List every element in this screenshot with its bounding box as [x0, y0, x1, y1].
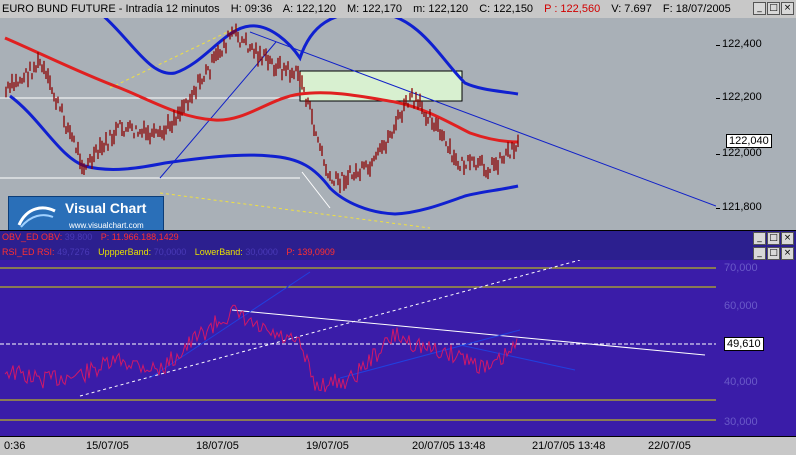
price-chart-area[interactable]: Visual Chart www.visualchart.com	[0, 18, 716, 236]
upper-band-value: 70,0000	[153, 247, 187, 257]
last-price-flag: 122,040	[726, 134, 772, 148]
obv-window-controls: _ □ ×	[753, 232, 794, 245]
rsi-tick: 30,000	[724, 416, 758, 428]
time-axis: 0:36 15/07/05 18/07/05 19/07/05 20/07/05…	[0, 436, 796, 455]
minimize-button[interactable]: _	[753, 2, 766, 15]
rsi-axis: 70,000 60,000 40,000 30,000 49,610	[716, 260, 796, 436]
close-button[interactable]: ×	[781, 232, 794, 245]
logo-url: www.visualchart.com	[69, 221, 144, 230]
rsi-name: RSI_ED	[2, 247, 35, 257]
time-tick: 22/07/05	[648, 440, 691, 452]
window-controls: _ □ ×	[753, 2, 794, 15]
time-tick: 18/07/05	[196, 440, 239, 452]
obv-row: OBV_ED OBV: 39.800 P: 11.966.188,1429	[2, 232, 179, 242]
minimize-button[interactable]: _	[753, 232, 766, 245]
price-tick: 121,800	[716, 201, 762, 213]
rsi-blue-line-3	[459, 344, 576, 371]
lower-band-value: 30,0000	[245, 247, 278, 257]
upper-band-label: UppperBand:	[98, 247, 152, 257]
rsi-value: 49,7276	[57, 247, 90, 257]
maximize-button[interactable]: □	[767, 2, 780, 15]
rsi-trend-up	[79, 260, 581, 397]
obv-name: OBV_ED	[2, 232, 39, 242]
close-button[interactable]: ×	[781, 2, 794, 15]
open-value: A: 122,120	[282, 3, 336, 15]
max-value: M: 122,170	[347, 3, 403, 15]
time-tick: 0:36	[4, 440, 26, 452]
logo-swoosh-icon	[17, 206, 56, 228]
min-value: m: 122,120	[413, 3, 469, 15]
rsi-chart-area[interactable]	[0, 260, 716, 436]
lower-band-label: LowerBand:	[194, 247, 243, 257]
rsi-chart-svg	[0, 260, 716, 421]
close-value: C: 122,150	[479, 3, 534, 15]
rsi-tick: 70,000	[724, 262, 758, 274]
p-value: P : 122,560	[544, 3, 601, 15]
rsi-line	[4, 304, 518, 393]
obv-value: 39.800	[64, 232, 93, 242]
obv-label: OBV:	[41, 232, 63, 242]
rsi-blue-line-2	[339, 329, 521, 379]
rsi-row: RSI_ED RSI: 49,7276 UppperBand: 70,0000 …	[2, 247, 335, 257]
minimize-button[interactable]: _	[753, 247, 766, 260]
time-tick: 21/07/05 13:48	[532, 440, 606, 452]
highlight-zone	[299, 70, 463, 102]
time-tick: 20/07/05 13:48	[412, 440, 486, 452]
rsi-trend-down	[231, 309, 706, 356]
chart-title-bar: EURO BUND FUTURE - Intradía 12 minutos H…	[0, 0, 796, 18]
rsi-tick: 60,000	[724, 300, 758, 312]
rsi-tick: 40,000	[724, 376, 758, 388]
logo-title: Visual Chart	[65, 200, 147, 216]
indicator-header: OBV_ED OBV: 39.800 P: 11.966.188,1429 _ …	[0, 230, 796, 261]
price-tick: 122,200	[716, 91, 762, 103]
obv-p-value: P: 11.966.188,1429	[100, 232, 179, 242]
volume-value: V: 7.697	[611, 3, 652, 15]
maximize-button[interactable]: □	[767, 232, 780, 245]
time-tick: 15/07/05	[86, 440, 129, 452]
close-button[interactable]: ×	[781, 247, 794, 260]
time-tick: 19/07/05	[306, 440, 349, 452]
price-tick: 122,400	[716, 38, 762, 50]
maximize-button[interactable]: □	[767, 247, 780, 260]
drop-line	[301, 171, 331, 209]
instrument-title: EURO BUND FUTURE - Intradía 12 minutos	[2, 3, 220, 15]
rsi-label: RSI:	[37, 247, 55, 257]
rsi-p-value: P: 139,0909	[286, 247, 335, 257]
date-value: F: 18/07/2005	[662, 3, 731, 15]
price-tick: 122,000	[716, 147, 762, 159]
channel-line-bottom	[159, 192, 431, 229]
rsi-blue-line-1	[149, 271, 311, 379]
rsi-window-controls: _ □ ×	[753, 247, 794, 260]
price-axis: 122,400 122,200 122,000 121,800 122,040	[716, 18, 796, 230]
trendline-down	[249, 31, 716, 207]
high-value: H: 09:36	[230, 3, 273, 15]
rsi-last-value-flag: 49,610	[724, 337, 764, 351]
